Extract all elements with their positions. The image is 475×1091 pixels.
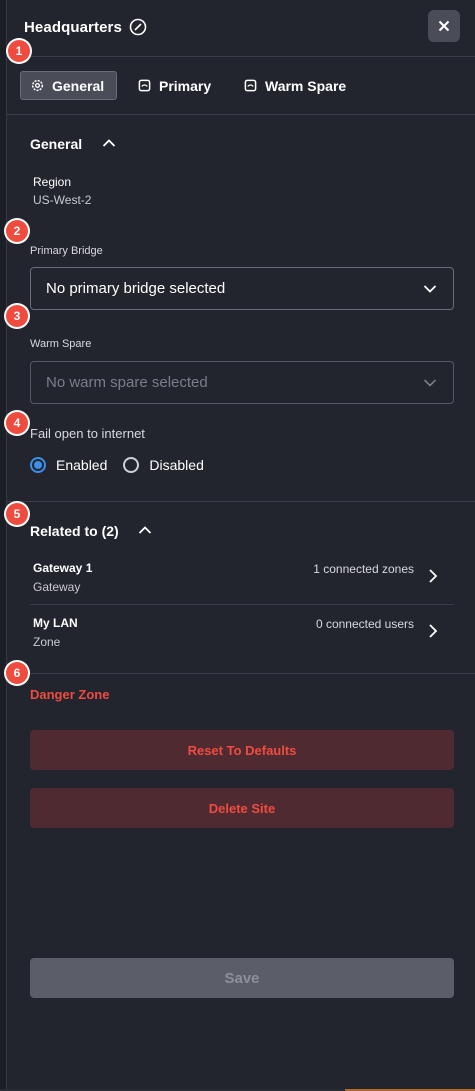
fail-open-radio-group: Enabled Disabled — [30, 457, 204, 473]
section-divider — [7, 501, 475, 502]
reset-to-defaults-button[interactable]: Reset To Defaults — [30, 730, 454, 770]
chevron-up-icon[interactable] — [138, 525, 152, 535]
enabled-radio[interactable] — [30, 457, 46, 473]
delete-site-button[interactable]: Delete Site — [30, 788, 454, 828]
tab-general[interactable]: General — [20, 71, 118, 100]
panel-title: Headquarters — [24, 19, 122, 36]
annotation-badge: 6 — [6, 662, 28, 684]
annotation-badge: 4 — [6, 412, 28, 434]
region-value: US-West-2 — [33, 193, 92, 207]
general-section-title: General — [30, 136, 83, 152]
danger-zone-title: Danger Zone — [30, 687, 110, 702]
disabled-radio-label[interactable]: Disabled — [149, 457, 203, 473]
related-item-name: Gateway 1 — [33, 561, 93, 575]
region-label: Region — [33, 175, 72, 189]
related-item-meta: 1 connected zones — [313, 562, 414, 576]
bridge-icon — [138, 79, 151, 92]
warm-spare-select[interactable]: No warm spare selected — [30, 361, 454, 404]
annotation-badge: 3 — [6, 305, 28, 327]
warm-spare-label: Warm Spare — [30, 338, 92, 350]
site-detail-panel: Headquarters General Primary Warm Spare … — [6, 0, 475, 1089]
tab-bar: General Primary Warm Spare — [7, 57, 475, 115]
annotation-badge: 1 — [8, 40, 30, 62]
close-button[interactable] — [428, 10, 460, 42]
bridge-icon — [244, 79, 257, 92]
chevron-up-icon[interactable] — [102, 138, 116, 148]
close-icon — [438, 20, 450, 32]
fail-open-label: Fail open to internet — [30, 426, 145, 441]
primary-bridge-label: Primary Bridge — [30, 245, 103, 257]
related-item-meta: 0 connected users — [315, 617, 414, 631]
tab-warm-spare-label: Warm Spare — [265, 77, 347, 94]
gear-icon — [31, 79, 44, 92]
warm-spare-placeholder: No warm spare selected — [46, 374, 208, 391]
chevron-right-icon[interactable] — [428, 623, 438, 639]
related-item-type: Gateway — [33, 580, 81, 594]
related-item-divider — [30, 604, 454, 605]
related-item-type: Zone — [33, 635, 61, 649]
section-divider — [7, 673, 475, 674]
primary-bridge-value: No primary bridge selected — [46, 280, 226, 297]
enabled-radio-label[interactable]: Enabled — [56, 457, 107, 473]
edit-circle-icon[interactable] — [129, 18, 147, 36]
related-item-name: My LAN — [33, 616, 78, 630]
save-button[interactable]: Save — [30, 958, 454, 998]
annotation-badge: 2 — [6, 220, 28, 242]
chevron-down-icon — [423, 379, 437, 387]
chevron-right-icon[interactable] — [428, 568, 438, 584]
disabled-radio[interactable] — [123, 457, 140, 473]
chevron-down-icon — [423, 285, 437, 293]
tab-warm-spare[interactable]: Warm Spare — [238, 71, 346, 100]
tab-primary-label: Primary — [159, 77, 212, 94]
primary-bridge-select[interactable]: No primary bridge selected — [30, 267, 454, 310]
tab-general-label: General — [52, 77, 105, 94]
panel-header: Headquarters — [7, 0, 475, 57]
annotation-badge: 5 — [6, 503, 28, 525]
tab-primary[interactable]: Primary — [132, 71, 211, 100]
related-section-title: Related to (2) — [30, 523, 119, 539]
